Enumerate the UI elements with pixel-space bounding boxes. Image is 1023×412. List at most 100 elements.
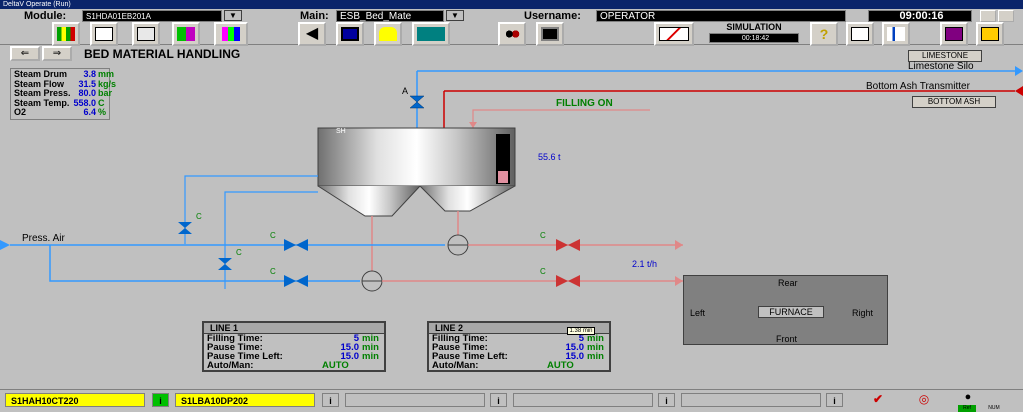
furnace-rear-label: Rear — [778, 278, 798, 288]
simulation-time: 00:18:42 — [709, 33, 799, 43]
computer-icon — [541, 27, 559, 41]
overview-icon — [222, 27, 240, 41]
alarm-tag-2[interactable]: S1LBA10DP202 — [175, 393, 315, 407]
main-label: Main: — [300, 10, 329, 22]
line2-mode-value[interactable]: AUTO — [547, 361, 574, 371]
back-button[interactable]: ◀ — [298, 22, 326, 46]
book-icon — [945, 27, 963, 41]
arrow-left-icon: ◀ — [305, 25, 319, 42]
print-button[interactable] — [846, 22, 874, 46]
module-label: Module: — [24, 10, 67, 22]
help-button[interactable] — [980, 10, 996, 22]
valve-c-icon — [556, 275, 580, 287]
line2-mode-row: Auto/Man: AUTO — [429, 360, 609, 371]
furnace-right-label: Right — [852, 308, 874, 318]
window-titlebar: DeltaV Operate (Run) — [0, 0, 1023, 9]
valve-c-label: C — [270, 231, 276, 240]
line1-mode-label: Auto/Man: — [207, 360, 254, 371]
valve-a-label: A — [402, 86, 409, 96]
alarm-tag-1[interactable]: S1HAH10CT220 — [5, 393, 145, 407]
chevron-down-icon: ▼ — [451, 11, 459, 20]
monitor-button[interactable] — [336, 22, 364, 46]
line1-row-unit: min — [362, 351, 379, 362]
furnace-left-label: Left — [690, 308, 706, 318]
silence-button[interactable]: ◎ — [912, 392, 936, 408]
house-icon — [981, 27, 999, 41]
ack-page-button[interactable]: ✔ — [866, 392, 890, 408]
module-field[interactable]: S1HDA01EB201A — [82, 10, 222, 22]
simulation-panel: SIMULATION 00:18:42 — [700, 22, 808, 48]
air-branch-1 — [184, 175, 318, 244]
username-field: OPERATOR — [596, 10, 846, 22]
language-button[interactable] — [882, 22, 910, 46]
line1-mode-value[interactable]: AUTO — [322, 361, 349, 371]
valve-c-icon — [218, 258, 232, 270]
valve-a-icon — [409, 95, 425, 109]
arrow-left-icon — [1015, 86, 1023, 96]
filling-line — [472, 109, 650, 128]
bottom-ash-button[interactable]: BOTTOM ASH — [912, 96, 996, 108]
line2-mode-label: Auto/Man: — [432, 360, 479, 371]
info-icon[interactable]: i — [322, 393, 339, 407]
silo-hopper-left — [317, 185, 421, 217]
arrow-right-icon — [1015, 66, 1023, 76]
num-indicator: NUM — [988, 405, 1000, 411]
info-icon[interactable]: i — [658, 393, 675, 407]
arrow-down-icon — [469, 122, 477, 128]
home-button[interactable] — [976, 22, 1004, 46]
horn-icon: ◎ — [918, 392, 930, 406]
valve-c-icon — [556, 239, 580, 251]
info-icon[interactable]: i — [152, 393, 169, 407]
flag-icon — [887, 27, 905, 41]
alarm-banner-button[interactable]: ● — [956, 391, 980, 405]
acknowledge-button[interactable]: ? — [810, 22, 838, 46]
furnace: Rear Left FURNACE Right Front — [683, 275, 888, 345]
overview-button[interactable] — [214, 22, 248, 46]
monitor-icon — [341, 27, 359, 41]
alarm-list-button[interactable] — [412, 22, 450, 46]
info-icon[interactable]: i — [490, 393, 507, 407]
operators-button[interactable] — [498, 22, 526, 46]
valve-c-icon — [284, 239, 308, 251]
workstation-button[interactable] — [536, 22, 564, 46]
main-dropdown-button[interactable]: ▼ — [446, 10, 464, 21]
furnace-label[interactable]: FURNACE — [758, 306, 824, 318]
print-display-button[interactable] — [132, 22, 160, 46]
silo-level-fill — [498, 171, 508, 183]
process-display: ⇐ ⇒ BED MATERIAL HANDLING Steam Drum 3.8 m… — [0, 46, 1023, 388]
line1-mode-row: Auto/Man: AUTO — [204, 360, 384, 371]
press-air-label: Press. Air — [22, 233, 65, 244]
arrow-right-icon — [675, 276, 683, 286]
trend-button[interactable] — [654, 22, 694, 46]
module-dropdown-button[interactable]: ▼ — [224, 10, 242, 21]
valve-c-label: C — [540, 267, 546, 276]
chart-button[interactable] — [52, 22, 80, 46]
check-icon: ✔ — [872, 392, 884, 406]
lightbulb-icon: ● — [964, 391, 972, 403]
alarm-slot-3[interactable] — [345, 393, 485, 407]
valve-c-label: C — [196, 212, 202, 221]
filling-status: FILLING ON — [556, 98, 613, 109]
book-button[interactable] — [940, 22, 968, 46]
valve-c-label: C — [540, 231, 546, 240]
display-select-button[interactable] — [172, 22, 200, 46]
bell-icon — [379, 27, 397, 41]
info-icon[interactable]: i — [826, 393, 843, 407]
main-field[interactable]: ESB_Bed_Mate — [336, 10, 444, 22]
valve-c-label: C — [270, 267, 276, 276]
bar-chart-icon — [57, 27, 75, 41]
arrow-right-icon — [0, 240, 10, 250]
alarm-slot-5[interactable] — [681, 393, 821, 407]
alarm-bell-button[interactable] — [374, 22, 402, 46]
alarm-slot-4[interactable] — [513, 393, 653, 407]
limestone-silo-label: Limestone Silo — [908, 61, 974, 72]
close-window-button[interactable] — [998, 10, 1014, 22]
silo-tag: SH — [336, 128, 346, 135]
line1-panel: LINE 1 Filling Time: 5 min Pause Time: 15.0 m… — [202, 321, 386, 372]
valve-c-label: C — [236, 248, 242, 257]
silo-level-value: 55.6 t — [538, 152, 561, 162]
silo-body — [317, 127, 516, 187]
faceplate-button[interactable] — [90, 22, 118, 46]
clock: 09:00:16 — [868, 10, 972, 22]
bottom-ash-transmitter-label: Bottom Ash Transmitter — [866, 81, 970, 92]
